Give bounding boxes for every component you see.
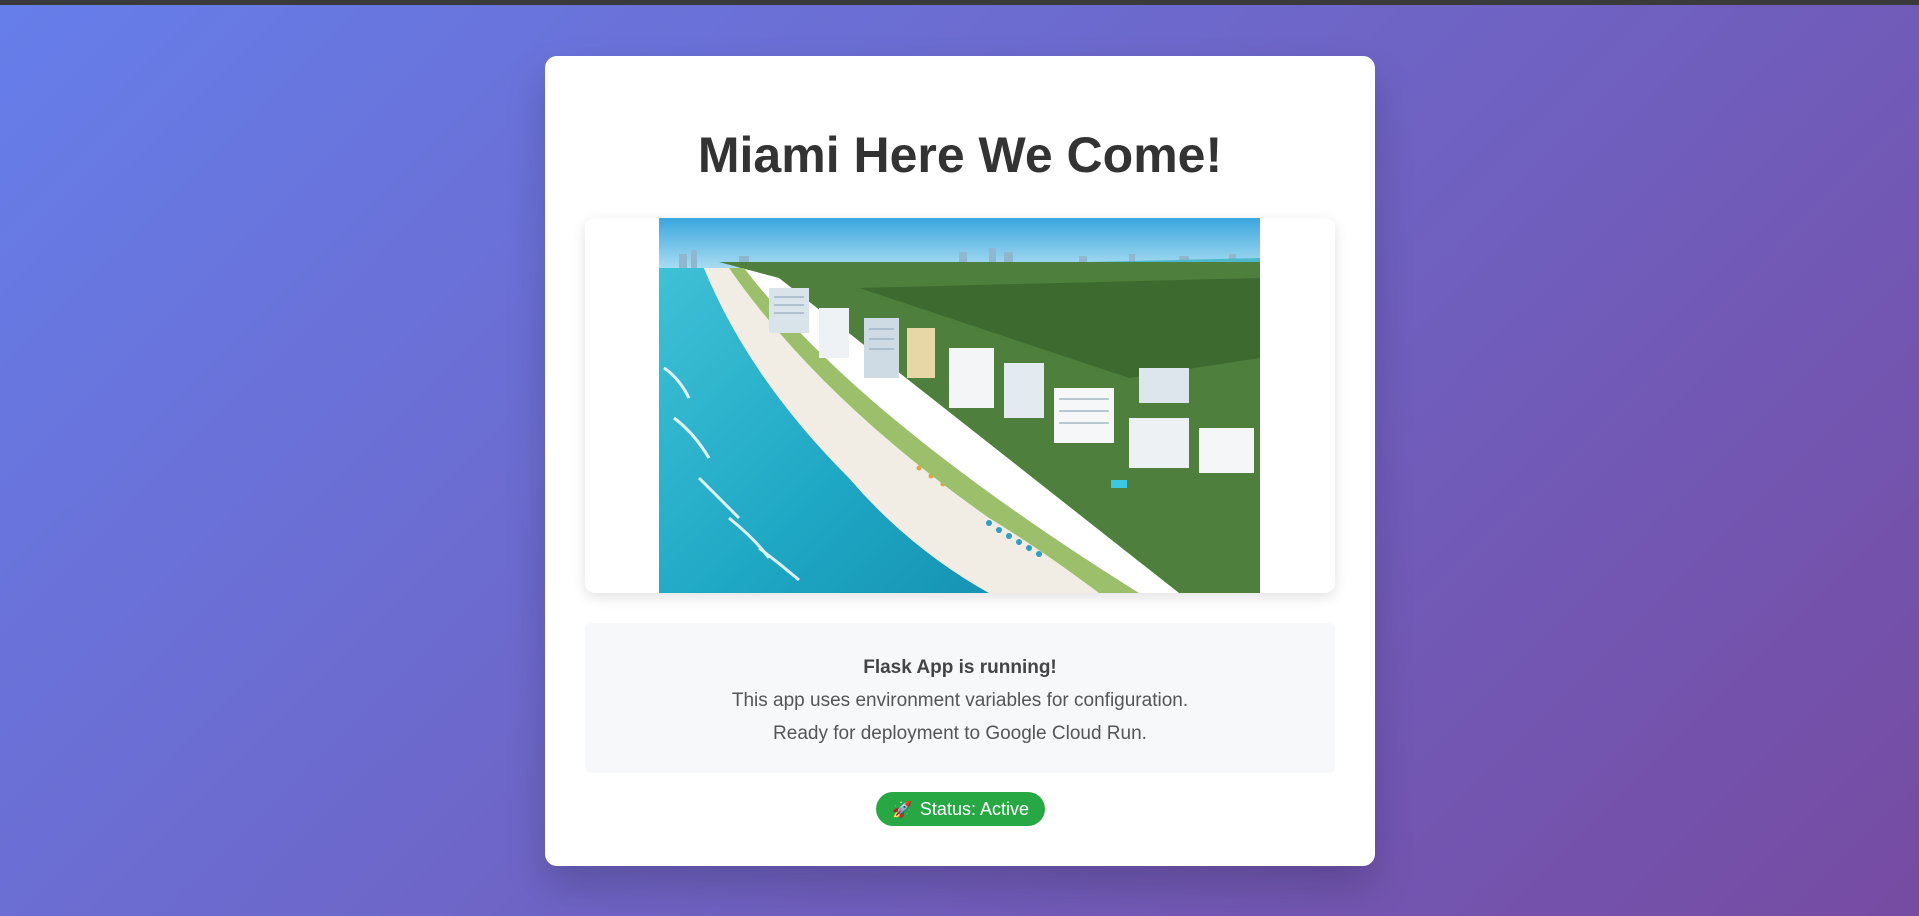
page-title: Miami Here We Come!: [697, 127, 1223, 183]
info-line-config: This app uses environment variables for …: [731, 690, 1189, 711]
info-box: Flask App is running! This app uses envi…: [585, 623, 1335, 773]
rocket-icon: 🚀: [892, 799, 912, 819]
status-label: Status: Active: [919, 798, 1029, 819]
main-card: Miami Here We Come! Flask App is running…: [545, 56, 1375, 866]
info-line-deploy: Ready for deployment to Google Cloud Run…: [773, 723, 1147, 744]
image-container: [585, 218, 1335, 593]
miami-beach-photo: [659, 218, 1260, 593]
info-heading: Flask App is running!: [863, 657, 1057, 678]
status-badge: 🚀 Status: Active: [876, 792, 1045, 826]
browser-top-bar: [0, 0, 1919, 5]
